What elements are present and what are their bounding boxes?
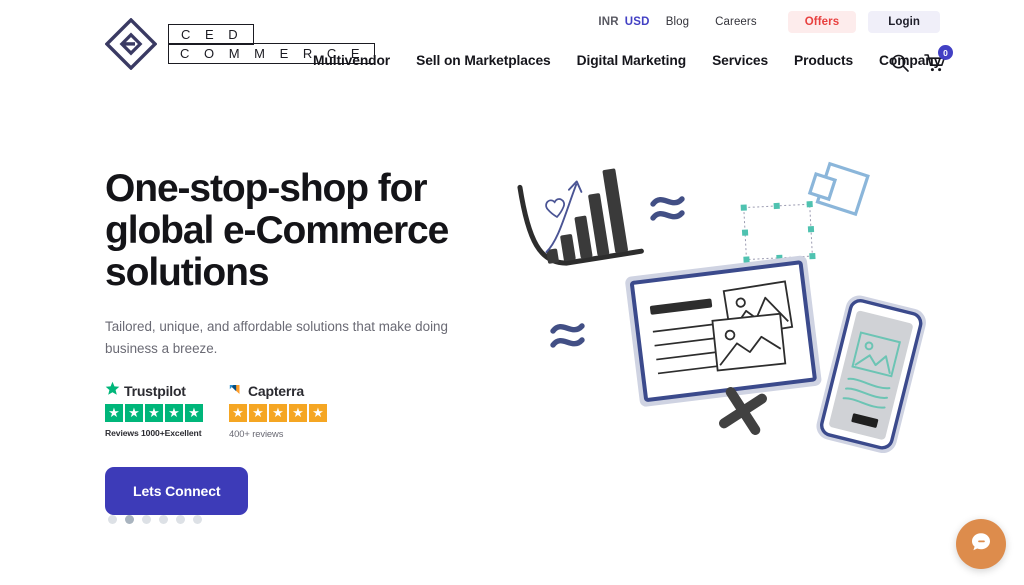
main-navigation: Multivendor Sell on Marketplaces Digital… (313, 53, 941, 68)
chat-bubble-icon (969, 530, 993, 559)
top-link-blog[interactable]: Blog (653, 16, 702, 28)
currency-inr[interactable]: INR (595, 16, 621, 28)
capterra-label: Capterra (248, 382, 304, 399)
x-mark-icon (719, 387, 767, 435)
capterra-caption: 400+ reviews (229, 427, 284, 439)
nav-item-sell-on-marketplaces[interactable]: Sell on Marketplaces (416, 53, 551, 68)
carousel-dot[interactable] (176, 515, 185, 524)
capterra-star-rating: ★ ★ ★ ★ ★ (229, 403, 327, 422)
currency-usd[interactable]: USD (622, 16, 653, 28)
hero-illustration (505, 155, 965, 455)
carousel-dot[interactable] (159, 515, 168, 524)
search-icon[interactable] (889, 52, 911, 74)
trustpilot-label: Trustpilot (124, 382, 186, 399)
trustpilot-caption: Reviews 1000+Excellent (105, 427, 202, 438)
top-link-careers[interactable]: Careers (702, 16, 770, 28)
lets-connect-button[interactable]: Lets Connect (105, 466, 249, 515)
trustpilot-star-rating: ★ ★ ★ ★ ★ (105, 403, 203, 422)
trustpilot-star-icon (105, 381, 120, 401)
nav-item-multivendor[interactable]: Multivendor (313, 53, 390, 68)
logo-text-ced: C E D (181, 26, 244, 42)
top-utility-bar: INR USD Blog Careers Offers Login (595, 11, 940, 33)
login-button[interactable]: Login (868, 11, 940, 33)
cart-count-badge: 0 (938, 45, 953, 60)
review-badges: Trustpilot ★ ★ ★ ★ ★ Reviews 1000+Excell… (105, 381, 525, 439)
website-card-illustration-icon (625, 255, 822, 407)
carousel-dots (108, 515, 202, 524)
squiggle-mark-secondary-icon (550, 323, 585, 348)
carousel-dot[interactable] (108, 515, 117, 524)
nav-icon-group: 0 (889, 45, 953, 74)
trustpilot-badge[interactable]: Trustpilot ★ ★ ★ ★ ★ Reviews 1000+Excell… (105, 381, 203, 439)
offers-button[interactable]: Offers (787, 11, 857, 33)
nav-item-services[interactable]: Services (712, 53, 768, 68)
bar-chart-illustration-icon (517, 168, 644, 266)
cart-icon[interactable]: 0 (924, 45, 953, 74)
page-title: One-stop-shop for global e-Commerce solu… (105, 167, 449, 295)
hero-section: One-stop-shop for global e-Commerce solu… (105, 167, 525, 515)
mobile-mockup-illustration-icon (816, 295, 926, 454)
selection-frame-icon (740, 201, 816, 263)
nav-item-products[interactable]: Products (794, 53, 853, 68)
carousel-dot-active[interactable] (125, 515, 134, 524)
squiggle-mark-icon (650, 196, 685, 221)
chat-widget-button[interactable] (956, 519, 1006, 569)
carousel-dot[interactable] (193, 515, 202, 524)
hero-subtitle: Tailored, unique, and affordable solutio… (105, 319, 448, 357)
nav-item-digital-marketing[interactable]: Digital Marketing (577, 53, 687, 68)
rotated-frame-icon (807, 161, 870, 217)
capterra-badge[interactable]: Capterra ★ ★ ★ ★ ★ 400+ reviews (229, 383, 327, 439)
page-root: INR USD Blog Careers Offers Login C E D … (0, 0, 1024, 585)
ced-commerce-logo-icon (104, 17, 158, 71)
carousel-dot[interactable] (142, 515, 151, 524)
capterra-logo-icon (229, 381, 244, 401)
